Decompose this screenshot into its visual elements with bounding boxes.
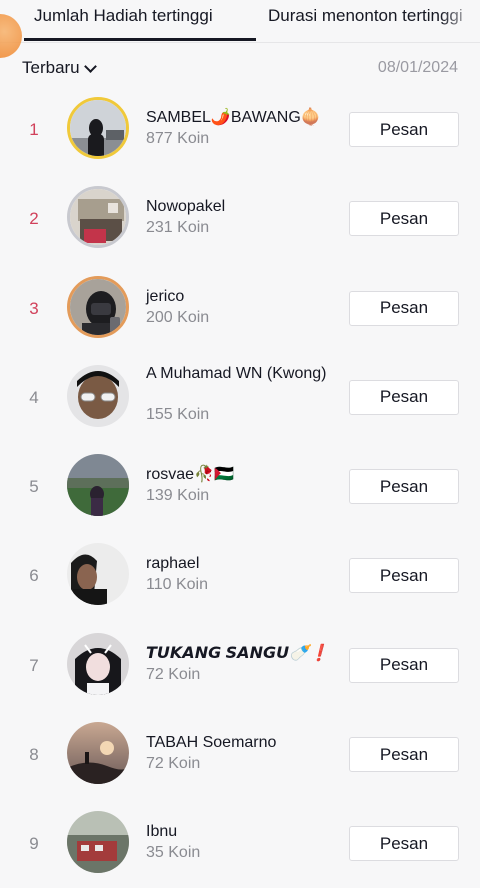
coin-count: 155 Koin [146,405,210,423]
viewer-name: SAMBEL🌶️BAWANG🧅 [146,109,321,126]
rank-number: 6 [29,566,39,586]
message-button[interactable]: Pesan [349,647,459,683]
tab-top-watch-duration[interactable]: Durasi menonton tertinggi [268,6,463,26]
avatar[interactable] [67,275,129,338]
filter-row: Terbaru 08/01/2024 [22,58,458,80]
list-item[interactable]: 8 TABAH Soemarno 72 Koin Pesan [0,709,480,798]
message-button[interactable]: Pesan [349,469,459,505]
rank-number: 5 [29,477,39,497]
viewer-name: rosvae🥀🇵🇸 [146,466,234,484]
rank-number: 7 [29,655,39,675]
viewer-name: raphael [146,555,200,573]
rank-number: 2 [29,209,39,229]
rank-number: 9 [29,834,39,854]
coin-count: 231 Koin [146,219,210,237]
rank-number: 8 [29,745,39,765]
viewer-name: 𝙏𝙐𝙆𝘼𝙉𝙂 𝙎𝘼𝙉𝙂𝙐🍼❗ [146,644,329,662]
coin-count: 72 Koin [146,665,201,683]
message-button[interactable]: Pesan [349,379,459,415]
tab-bar: Jumlah Hadiah tertinggi Durasi menonton … [0,0,480,43]
tab-fade-overlay [440,0,480,40]
avatar[interactable] [67,722,129,785]
coin-count: 110 Koin [146,576,208,594]
viewer-name: A Muhamad WN (Kwong) [146,364,327,382]
avatar[interactable] [67,543,129,606]
viewer-name: Nowopakel [146,198,226,216]
active-tab-indicator [24,38,256,41]
chevron-down-icon [83,59,97,73]
coin-count: 877 Koin [146,130,210,147]
list-item[interactable]: 3 jerico 200 Koin Pesan [0,263,480,352]
tab-top-gifts[interactable]: Jumlah Hadiah tertinggi [34,6,213,26]
viewer-name: Ibnu [146,823,178,841]
coin-count: 35 Koin [146,844,201,862]
date-label[interactable]: 08/01/2024 [378,59,458,77]
avatar[interactable] [67,364,129,427]
coin-count: 139 Koin [146,487,210,505]
viewer-ranking-list: 1 SAMBEL🌶️BAWANG🧅 877 Koin Pesan 2 Nowop… [0,84,480,888]
message-button[interactable]: Pesan [349,826,459,862]
sort-dropdown[interactable]: Terbaru [22,58,97,78]
avatar[interactable] [67,186,129,249]
coin-count: 72 Koin [146,755,201,773]
coin-count: 200 Koin [146,308,210,326]
rank-number: 3 [29,298,39,318]
message-button[interactable]: Pesan [349,112,459,147]
list-item[interactable]: 5 rosvae🥀🇵🇸 139 Koin Pesan [0,441,480,530]
avatar[interactable] [67,97,129,159]
list-item[interactable]: 4 A Muhamad WN (Kwong) 155 Koin Pesan [0,352,480,441]
message-button[interactable]: Pesan [349,737,459,773]
message-button[interactable]: Pesan [349,290,459,326]
avatar[interactable] [67,811,129,874]
avatar[interactable] [67,454,129,517]
message-button[interactable]: Pesan [349,201,459,237]
sort-label: Terbaru [22,58,80,77]
rank-number: 1 [29,120,39,139]
viewer-name: TABAH Soemarno [146,734,277,752]
viewer-name: jerico [146,287,185,305]
list-item[interactable]: 6 raphael 110 Koin Pesan [0,530,480,619]
list-item[interactable]: 7 𝙏𝙐𝙆𝘼𝙉𝙂 𝙎𝘼𝙉𝙂𝙐🍼❗ 72 Koin Pesan [0,620,480,709]
message-button[interactable]: Pesan [349,558,459,594]
list-item[interactable]: 1 SAMBEL🌶️BAWANG🧅 877 Koin Pesan [0,84,480,173]
rank-number: 4 [29,387,39,407]
list-item[interactable]: 9 Ibnu 35 Koin Pesan [0,798,480,887]
avatar[interactable] [67,632,129,695]
list-item[interactable]: 2 Nowopakel 231 Koin Pesan [0,173,480,262]
